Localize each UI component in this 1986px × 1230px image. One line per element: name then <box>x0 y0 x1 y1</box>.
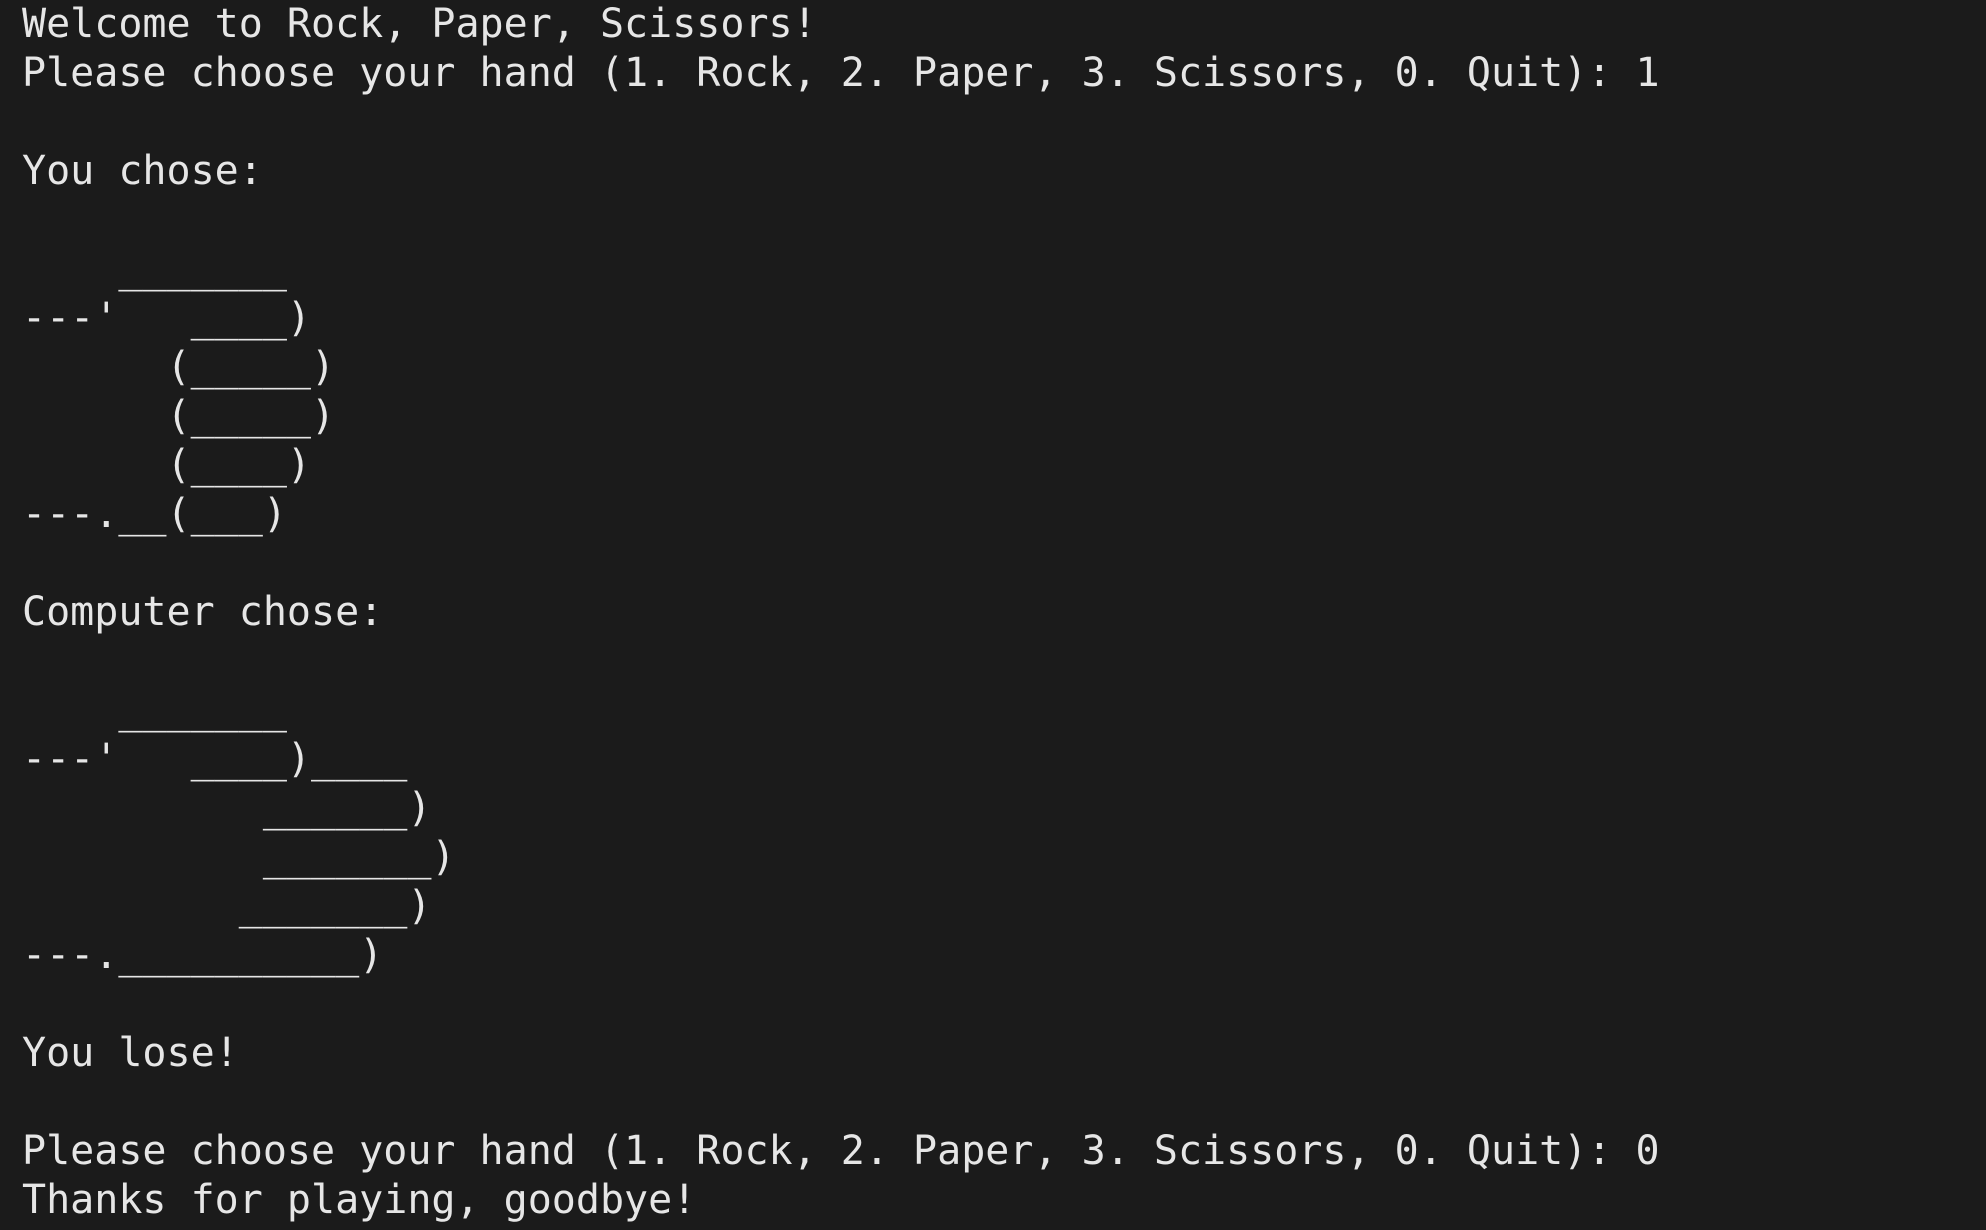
ascii-art-line: ---.__________) <box>22 932 384 978</box>
ascii-art-line: ---' ____)____ <box>22 736 408 782</box>
ascii-art-line: ---' ____) <box>22 295 311 341</box>
player-hand-ascii-art: _______ ---' ____) (_____) (_____) (____… <box>22 245 1986 539</box>
ascii-art-line: (_____) <box>22 393 336 439</box>
goodbye-line: Thanks for playing, goodbye! <box>22 1177 697 1223</box>
result-line: You lose! <box>22 1030 239 1076</box>
prompt-line-2: Please choose your hand (1. Rock, 2. Pap… <box>22 1128 1660 1174</box>
computer-chose-label: Computer chose: <box>22 589 384 635</box>
ascii-art-line: _______) <box>22 883 432 929</box>
ascii-art-line: _______ <box>22 687 287 733</box>
ascii-art-line: ---.__(___) <box>22 491 287 537</box>
welcome-line: Welcome to Rock, Paper, Scissors! <box>22 1 817 47</box>
ascii-art-line: _______) <box>22 834 456 880</box>
you-chose-label: You chose: <box>22 148 263 194</box>
computer-hand-ascii-art: _______ ---' ____)____ ______) _______) … <box>22 686 1986 980</box>
ascii-art-line: (____) <box>22 442 311 488</box>
ascii-art-line: ______) <box>22 785 432 831</box>
ascii-art-line: (_____) <box>22 344 336 390</box>
ascii-art-line: _______ <box>22 246 287 292</box>
prompt-line-1: Please choose your hand (1. Rock, 2. Pap… <box>22 50 1660 96</box>
terminal-window[interactable]: Welcome to Rock, Paper, Scissors! Please… <box>0 0 1986 1230</box>
